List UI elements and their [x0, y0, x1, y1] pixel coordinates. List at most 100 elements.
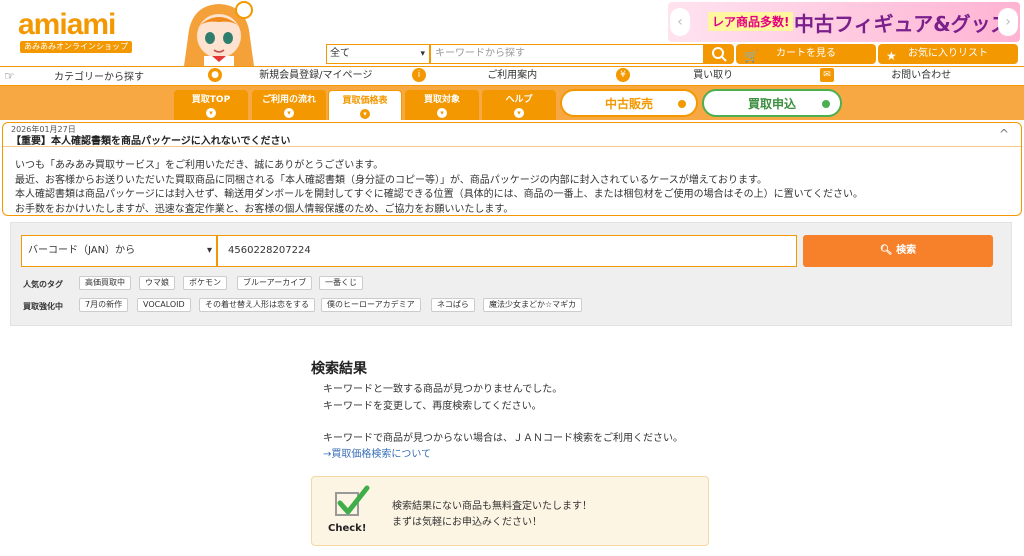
- chevron-down-icon: ▾: [420, 49, 425, 59]
- barcode-input[interactable]: 4560228207224: [217, 235, 797, 267]
- nav-guide-label: ご利用案内: [487, 70, 538, 81]
- tab-help[interactable]: ヘルプ ▾: [482, 90, 556, 120]
- banner-headline: 中古フィギュア&グッズ: [794, 12, 1011, 36]
- popular-tags-label: 人気のタグ: [23, 280, 63, 289]
- boost-tag[interactable]: 僕のヒーローアカデミア: [321, 298, 421, 312]
- chevron-down-icon: ▾: [514, 108, 524, 118]
- nav-register[interactable]: ● 新規会員登録/マイページ: [208, 67, 372, 85]
- popular-tag[interactable]: 高価買取中: [79, 276, 131, 290]
- search-type-select[interactable]: バーコード（JAN）から ▾: [21, 235, 217, 267]
- nav-buyback-label: 買い取り: [693, 70, 734, 81]
- notice-line: お手数をおかけいたしますが、迅速な査定作業と、お客様の個人情報保護のため、ご協力…: [15, 203, 514, 215]
- tab-label: ご利用の流れ: [261, 95, 316, 105]
- boost-tag[interactable]: ネコぱら: [431, 298, 475, 312]
- popular-tag[interactable]: ブルーアーカイブ: [237, 276, 313, 290]
- category-select-value: 全て: [330, 48, 350, 59]
- search-icon: 🔍︎: [879, 245, 893, 256]
- header-search-button[interactable]: [704, 44, 734, 64]
- cart-button-label: カートを見る: [776, 48, 836, 59]
- cart-button[interactable]: 🛒 カートを見る: [736, 44, 876, 64]
- popular-tag[interactable]: ポケモン: [183, 276, 227, 290]
- yen-icon: ¥: [616, 68, 630, 82]
- chevron-down-icon: ▾: [360, 109, 370, 119]
- notice-line: 本人確認書類は商品パッケージには封入せず、輸送用ダンボールを開封してすぐに確認で…: [15, 189, 863, 200]
- boost-tag[interactable]: 7月の新作: [79, 298, 129, 312]
- banner-prev-button[interactable]: ‹: [670, 8, 690, 36]
- results-message: キーワードを変更して、再度検索してください。: [323, 401, 542, 412]
- nav-register-label: 新規会員登録/マイページ: [259, 70, 373, 81]
- site-header: amiami あみあみオンラインショップ ‹ レア商品多数! 中古フィギュア&グ…: [0, 0, 1024, 66]
- notice-title: 【重要】本人確認書類を商品パッケージに入れないでください: [11, 136, 291, 147]
- tab-label: 買取TOP: [191, 95, 231, 105]
- tab-flow[interactable]: ご利用の流れ ▾: [252, 90, 326, 120]
- category-select[interactable]: 全て ▾: [326, 44, 430, 64]
- buyback-apply-button[interactable]: 買取申込: [702, 89, 842, 117]
- user-icon: ●: [208, 68, 222, 82]
- site-logo[interactable]: amiami あみあみオンラインショップ: [18, 10, 134, 54]
- promo-banner[interactable]: ‹ レア商品多数! 中古フィギュア&グッズ ›: [668, 2, 1020, 42]
- nav-guide[interactable]: i ご利用案内: [412, 67, 537, 85]
- nav-buyback[interactable]: ¥ 買い取り: [616, 67, 733, 85]
- used-sales-button[interactable]: 中古販売: [560, 89, 698, 117]
- nav-category-label: カテゴリーから探す: [53, 72, 144, 83]
- hand-pointer-icon: ☞: [4, 69, 15, 83]
- check-icon: [335, 485, 370, 516]
- price-search-link[interactable]: →買取価格検索について: [323, 445, 431, 460]
- results-message: キーワードと一致する商品が見つかりませんでした。: [323, 384, 563, 395]
- logo-subtitle: あみあみオンラインショップ: [20, 41, 132, 53]
- collapse-toggle[interactable]: ^: [999, 127, 1009, 141]
- mascot-illustration: [184, 1, 254, 66]
- cart-icon: 🛒: [744, 49, 759, 63]
- boost-tag[interactable]: 魔法少女まどか☆マギカ: [483, 298, 583, 312]
- boost-tags-label: 買取強化中: [23, 302, 63, 311]
- info-icon: i: [412, 68, 426, 82]
- nav-contact-label: お問い合わせ: [891, 70, 952, 81]
- results-message: キーワードで商品が見つからない場合は、ＪＡＮコード検索をご利用ください。: [323, 433, 683, 444]
- tab-label: ヘルプ: [505, 95, 533, 105]
- nav-contact[interactable]: ✉ お問い合わせ: [820, 67, 951, 85]
- tab-label: 買取対象: [423, 95, 460, 105]
- divider: [3, 146, 1021, 147]
- buyback-tabbar: 買取TOP ▾ ご利用の流れ ▾ 買取価格表 ▾ 買取対象 ▾ ヘルプ ▾ 中古…: [0, 86, 1024, 120]
- notice-line: いつも「あみあみ買取サービス」をご利用いただき、誠にありがとうございます。: [15, 160, 384, 171]
- notice-line: 最近、お客様からお送りいただいた買取商品に同梱される「本人確認書類（身分証のコピ…: [15, 174, 767, 186]
- search-type-value: バーコード（JAN）から: [28, 245, 136, 256]
- banner-next-button[interactable]: ›: [998, 8, 1018, 36]
- boost-tag[interactable]: その着せ替え人形は恋をする: [199, 298, 315, 312]
- chevron-down-icon: ▾: [206, 245, 212, 256]
- star-icon: ★: [886, 49, 897, 63]
- appraisal-message: 検索結果にない商品も無料査定いたします！: [392, 501, 592, 512]
- tab-buyback-top[interactable]: 買取TOP ▾: [174, 90, 248, 120]
- appraisal-message: まずは気軽にお申込みください！: [392, 517, 542, 528]
- boost-tag[interactable]: VOCALOID: [137, 298, 191, 312]
- used-sales-label: 中古販売: [604, 97, 653, 111]
- important-notice: 2026年01月27日 【重要】本人確認書類を商品パッケージに入れないでください…: [2, 122, 1022, 216]
- tab-label: 買取価格表: [342, 96, 388, 106]
- chevron-down-icon: ▾: [437, 108, 447, 118]
- page-root: amiami あみあみオンラインショップ ‹ レア商品多数! 中古フィギュア&グ…: [0, 0, 1024, 556]
- favorites-button-label: お気に入りリスト: [908, 48, 988, 59]
- check-label: Check!: [328, 523, 367, 534]
- tab-price-list[interactable]: 買取価格表 ▾: [328, 90, 402, 120]
- nav-category[interactable]: ☞ カテゴリーから探す: [4, 67, 144, 85]
- keyword-input[interactable]: キーワードから探す: [430, 44, 704, 64]
- search-panel: バーコード（JAN）から ▾ 4560228207224 🔍︎ 検索 人気のタグ…: [10, 222, 1012, 326]
- free-appraisal-box: Check! 検索結果にない商品も無料査定いたします！ まずは気軽にお申込みくだ…: [311, 476, 709, 546]
- arrow-right-icon: [822, 100, 830, 108]
- results-title: 検索結果: [311, 361, 367, 377]
- buyback-apply-label: 買取申込: [747, 97, 796, 111]
- popular-tag[interactable]: 一番くじ: [319, 276, 363, 290]
- chevron-down-icon: ▾: [284, 108, 294, 118]
- main-nav: ☞ カテゴリーから探す ● 新規会員登録/マイページ i ご利用案内 ¥ 買い取…: [0, 66, 1024, 86]
- search-icon: [712, 47, 727, 62]
- arrow-right-icon: [678, 100, 686, 108]
- logo-text: amiami: [18, 8, 116, 41]
- favorites-button[interactable]: ★ お気に入りリスト: [878, 44, 1018, 64]
- mail-icon: ✉: [820, 68, 834, 82]
- search-button-label: 検索: [896, 245, 917, 256]
- notice-body: いつも「あみあみ買取サービス」をご利用いただき、誠にありがとうございます。 最近…: [15, 159, 863, 217]
- search-button[interactable]: 🔍︎ 検索: [803, 235, 993, 267]
- chevron-down-icon: ▾: [206, 108, 216, 118]
- tab-target[interactable]: 買取対象 ▾: [405, 90, 479, 120]
- popular-tag[interactable]: ウマ娘: [139, 276, 175, 290]
